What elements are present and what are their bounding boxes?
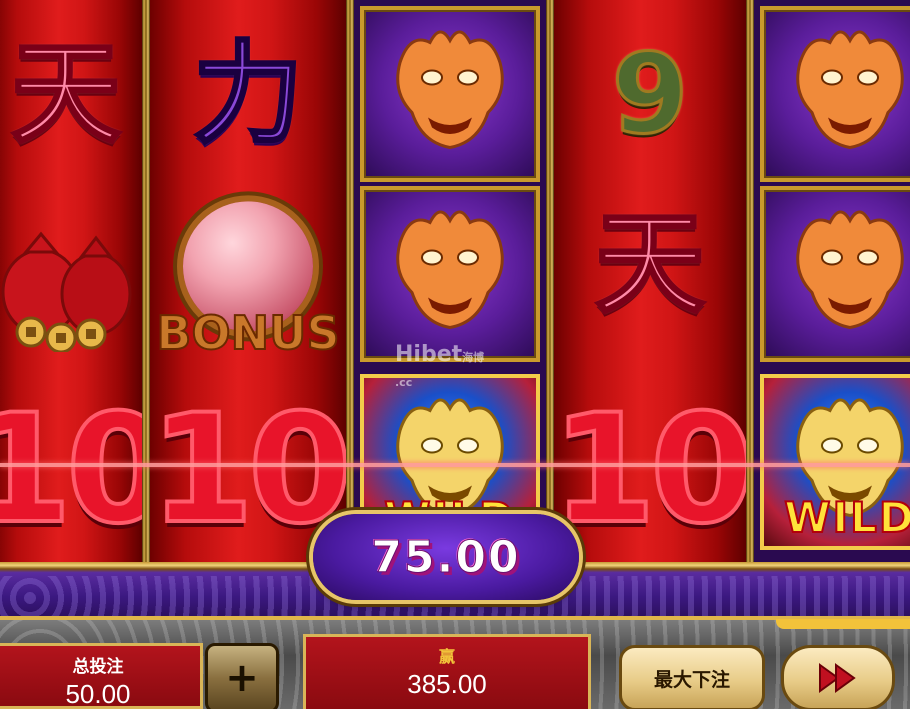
symbol-tian: 天 bbox=[554, 170, 746, 358]
total-bet-label: 总投注 bbox=[72, 657, 124, 676]
symbol-coin-bags bbox=[0, 188, 142, 376]
watermark-sub: 海博 bbox=[462, 351, 485, 364]
reel-divider bbox=[546, 0, 554, 565]
symbol-dragon bbox=[754, 0, 910, 188]
bonus-label: BONUS bbox=[155, 305, 340, 361]
symbol-glyph: 10 bbox=[0, 383, 142, 557]
total-bet-value: 50.00 bbox=[65, 679, 131, 709]
reel-3: WILD bbox=[354, 0, 546, 565]
reel-5: WILD bbox=[754, 0, 910, 565]
win-panel: 赢 385.00 bbox=[303, 634, 591, 709]
total-bet-panel: 总投注 50.00 bbox=[0, 643, 203, 709]
max-bet-button[interactable]: 最大下注 bbox=[619, 645, 765, 709]
max-bet-label: 最大下注 bbox=[653, 668, 730, 691]
win-label: 赢 bbox=[438, 649, 455, 666]
symbol-dragon bbox=[354, 0, 546, 188]
symbol-tian: 天 bbox=[0, 0, 142, 188]
fast-forward-button[interactable] bbox=[781, 645, 895, 709]
symbol-glyph: 10 bbox=[150, 383, 346, 557]
reel-divider bbox=[746, 0, 754, 565]
plus-icon: + bbox=[225, 655, 259, 701]
increase-bet-button[interactable]: + bbox=[205, 643, 279, 709]
symbol-ten: 10 bbox=[0, 376, 142, 564]
symbol-glyph: 天 bbox=[594, 200, 707, 328]
corner-tab bbox=[776, 619, 910, 629]
reel-divider bbox=[346, 0, 354, 565]
symbol-glyph: 10 bbox=[554, 383, 746, 557]
symbol-dragon bbox=[754, 180, 910, 368]
dragon-icon bbox=[796, 30, 904, 150]
wild-label: WILD bbox=[783, 492, 910, 543]
fast-forward-icon bbox=[819, 663, 856, 693]
slot-game: 天 10 力 BONUS 10 9 天 10 WILD Hibet海博 .cc … bbox=[0, 0, 910, 709]
dragon-tile bbox=[360, 186, 540, 362]
dragon-tile bbox=[360, 6, 540, 182]
dragon-icon bbox=[796, 210, 904, 330]
symbol-ten: 10 bbox=[554, 376, 746, 564]
symbol-glyph: 天 bbox=[10, 30, 123, 158]
win-amount-display: 75.00 bbox=[313, 514, 579, 600]
symbol-glyph: 力 bbox=[192, 30, 305, 158]
symbol-li: 力 bbox=[150, 0, 346, 188]
dragon-icon bbox=[396, 210, 504, 330]
win-value: 385.00 bbox=[407, 669, 487, 699]
reel-area: 天 10 力 BONUS 10 9 天 10 WILD bbox=[0, 0, 910, 565]
reel-divider bbox=[142, 0, 150, 565]
symbol-glyph: 9 bbox=[610, 30, 690, 158]
symbol-nine: 9 bbox=[554, 0, 746, 188]
reel-1: 天 10 bbox=[0, 0, 142, 565]
dragon-icon bbox=[396, 30, 504, 150]
reel-4: 9 天 10 bbox=[554, 0, 746, 565]
payline bbox=[0, 463, 910, 467]
win-amount: 75.00 bbox=[371, 531, 521, 583]
money-bag-icon bbox=[1, 231, 132, 352]
symbol-wild: WILD bbox=[754, 368, 910, 556]
dragon-tile bbox=[760, 186, 910, 362]
symbol-ten: 10 bbox=[150, 376, 346, 564]
reel-2: 力 BONUS 10 bbox=[150, 0, 346, 565]
watermark-text: Hibet bbox=[395, 342, 463, 367]
symbol-bonus: BONUS bbox=[150, 188, 346, 376]
dragon-tile bbox=[760, 6, 910, 182]
wild-tile: WILD bbox=[760, 374, 910, 550]
watermark-sub2: .cc bbox=[395, 376, 413, 389]
symbol-dragon bbox=[354, 180, 546, 368]
watermark: Hibet海博 .cc bbox=[395, 342, 484, 392]
